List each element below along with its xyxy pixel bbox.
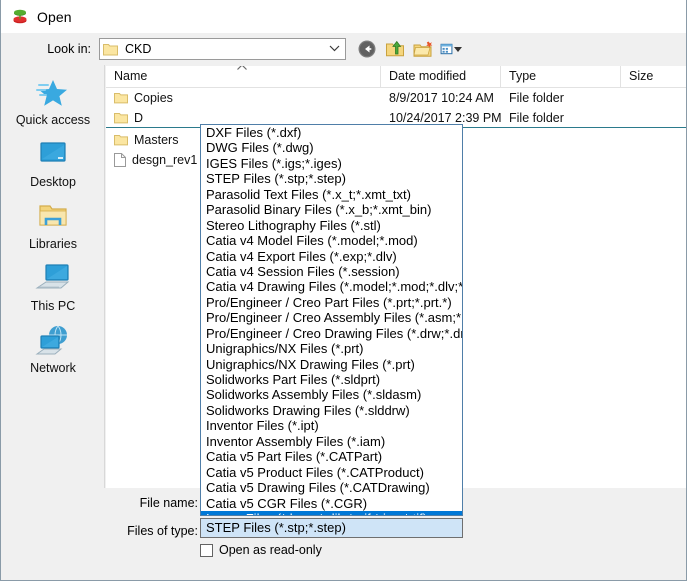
title-bar: Open [1,0,686,33]
dropdown-option[interactable]: Stereo Lithography Files (*.stl) [201,218,462,233]
places-bar: Quick access Desktop Libraries This PC N… [2,65,105,535]
dropdown-option[interactable]: Catia v4 Export Files (*.exp;*.dlv) [201,249,462,264]
file-list-obscured-rows: Masters desgn_rev1.st [106,130,198,170]
window-title: Open [37,8,72,25]
dropdown-option[interactable]: DXF Files (*.dxf) [201,125,462,140]
views-dropdown-caret-icon[interactable] [454,46,462,52]
dropdown-option[interactable]: Unigraphics/NX Files (*.prt) [201,341,462,356]
folder-icon [114,92,128,104]
files-of-type-combobox[interactable]: STEP Files (*.stp;*.step) [200,518,463,538]
dropdown-option[interactable]: Catia v4 Session Files (*.session) [201,264,462,279]
files-of-type-label: Files of type: [127,524,198,538]
back-arrow-icon[interactable] [356,38,378,60]
folder-icon [114,134,128,146]
column-header-size[interactable]: Size [621,66,686,88]
file-icon [114,153,126,167]
dropdown-option[interactable]: Parasolid Text Files (*.x_t;*.xmt_txt) [201,187,462,202]
monitor-icon [33,137,73,173]
file-name-cell: desgn_rev1.st [106,153,198,167]
open-as-readonly-row[interactable]: Open as read-only [200,543,322,557]
dropdown-option[interactable]: Catia v5 Product Files (*.CATProduct) [201,465,462,480]
dropdown-option[interactable]: Catia v5 CGR Files (*.CGR) [201,496,462,511]
lookin-combobox[interactable]: CKD [99,38,346,60]
dropdown-option[interactable]: Pro/Engineer / Creo Assembly Files (*.as… [201,310,462,325]
sidebar-item-quick-access[interactable]: Quick access [2,71,104,133]
file-type-cell: File folder [509,91,564,105]
file-name-text: Copies [134,91,173,105]
sidebar-label: Quick access [15,113,91,127]
computer-icon [33,261,73,297]
table-row[interactable]: Copies 8/9/2017 10:24 AM File folder [106,88,686,108]
column-header-date-modified[interactable]: Date modified [381,66,501,88]
open-file-dialog: Open Look in: CKD Quick access Desktop L… [0,0,687,581]
file-name-cell: Copies [106,91,381,105]
dropdown-option[interactable]: Catia v4 Drawing Files (*.model;*.mod;*.… [201,279,462,294]
file-name-text: Masters [134,133,179,147]
file-list-header: Name Date modified Type Size [106,66,686,88]
file-date-cell: 10/24/2017 2:39 PM [389,111,501,125]
sidebar-label: Network [30,361,76,375]
dropdown-option[interactable]: Solidworks Assembly Files (*.sldasm) [201,387,462,402]
file-name-cell: Masters [106,133,198,147]
dropdown-option[interactable]: Solidworks Drawing Files (*.slddrw) [201,403,462,418]
stacked-discs-icon [11,8,29,26]
dropdown-option[interactable]: Inventor Assembly Files (*.iam) [201,434,462,449]
sidebar-item-desktop[interactable]: Desktop [2,133,104,195]
file-name-label: File name: [139,496,198,510]
column-header-name-label: Name [114,69,148,83]
network-globe-icon [33,323,73,359]
navigation-toolbar [356,38,462,60]
folder-icon [103,43,118,56]
dropdown-option[interactable]: Inventor Files (*.ipt) [201,418,462,433]
files-of-type-dropdown-list[interactable]: DXF Files (*.dxf) DWG Files (*.dwg) IGES F… [200,124,463,516]
sidebar-item-network[interactable]: Network [2,319,104,381]
lookin-label: Look in: [47,42,91,56]
new-folder-icon[interactable] [412,38,434,60]
star-icon [33,75,73,111]
file-name-text: D [134,111,144,125]
dropdown-option[interactable]: Catia v5 Drawing Files (*.CATDrawing) [201,480,462,495]
table-row[interactable]: Masters [106,130,198,150]
dropdown-option[interactable]: DWG Files (*.dwg) [201,140,462,155]
open-as-readonly-checkbox[interactable] [200,543,213,557]
file-date-cell: 8/9/2017 10:24 AM [389,91,494,105]
dropdown-option[interactable]: Pro/Engineer / Creo Drawing Files (*.drw… [201,326,462,341]
dropdown-option[interactable]: Catia v5 Part Files (*.CATPart) [201,449,462,464]
chevron-down-icon[interactable] [326,44,342,55]
up-folder-icon[interactable] [384,38,406,60]
dropdown-option[interactable]: STEP Files (*.stp;*.step) [201,171,462,186]
sidebar-label: Libraries [29,237,77,251]
file-list[interactable]: Name Date modified Type Size Copies 8/9/… [106,66,686,128]
dropdown-option[interactable]: Parasolid Binary Files (*.x_b;*.xmt_bin) [201,202,462,217]
column-header-name[interactable]: Name [106,66,381,88]
views-grid-icon[interactable] [440,38,462,60]
dropdown-option[interactable]: Catia v4 Model Files (*.model;*.mod) [201,233,462,248]
dropdown-option[interactable]: Image Files (*.bmp;*.dib;*.gif;*.jpg;*.t… [201,510,462,515]
column-header-type[interactable]: Type [501,66,621,88]
sidebar-item-this-pc[interactable]: This PC [2,257,104,319]
file-type-cell: File folder [509,111,564,125]
sidebar-item-libraries[interactable]: Libraries [2,195,104,257]
sort-ascending-icon [236,66,248,75]
libraries-folder-icon [33,199,73,235]
dropdown-option[interactable]: IGES Files (*.igs;*.iges) [201,156,462,171]
dropdown-option[interactable]: Solidworks Part Files (*.sldprt) [201,372,462,387]
dropdown-option[interactable]: Pro/Engineer / Creo Part Files (*.prt;*.… [201,295,462,310]
sidebar-label: Desktop [30,175,76,189]
file-name-cell: D [106,111,381,125]
lookin-row: Look in: CKD [1,33,686,65]
open-as-readonly-label: Open as read-only [219,543,322,557]
table-row[interactable]: desgn_rev1.st [106,150,198,170]
dropdown-option[interactable]: Unigraphics/NX Drawing Files (*.prt) [201,357,462,372]
lookin-value: CKD [125,42,152,56]
folder-icon [114,112,128,124]
sidebar-label: This PC [30,299,76,313]
file-name-text: desgn_rev1.st [132,153,198,167]
